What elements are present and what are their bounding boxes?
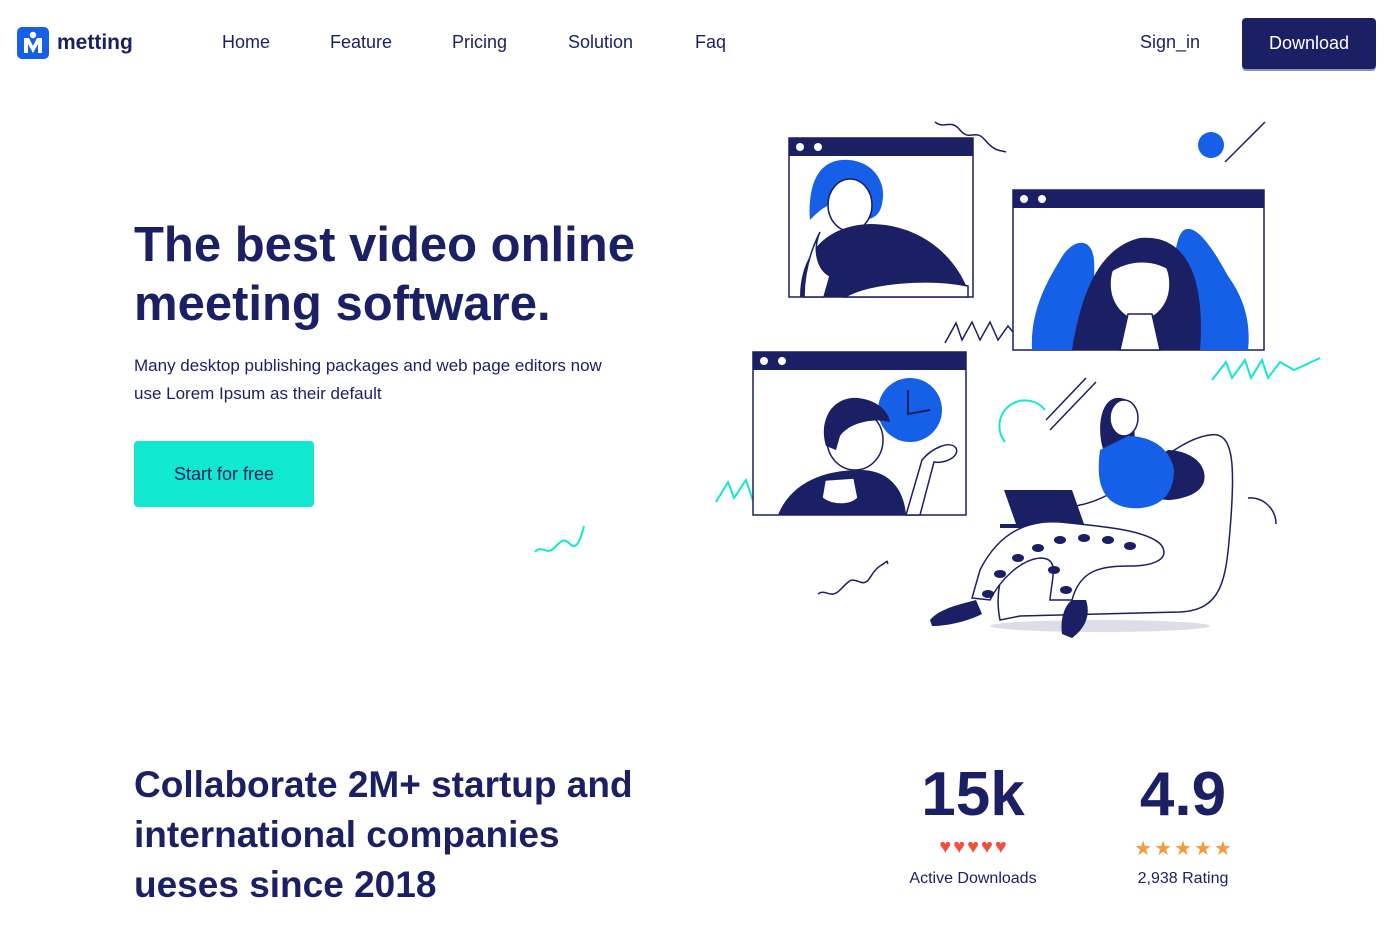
stars-row: ★ ★ ★ ★ ★ (1118, 836, 1248, 860)
heart-icon: ♥ (939, 836, 952, 858)
hero-subtitle: Many desktop publishing packages and web… (134, 356, 602, 403)
decorative-squiggle (534, 525, 585, 553)
top-navbar: metting Home Feature Pricing Solution Fa… (0, 0, 1396, 86)
hero-illustration (715, 121, 1321, 638)
brand-logo[interactable]: metting (17, 27, 133, 59)
nav-home[interactable]: Home (222, 32, 270, 53)
collaborate-heading: Collaborate 2M+ startup and internationa… (134, 764, 633, 905)
nav-pricing[interactable]: Pricing (452, 32, 507, 53)
star-icon: ★ (1174, 838, 1192, 860)
star-icon: ★ (1154, 838, 1173, 860)
stat-downloads: 15k ♥ ♥ ♥ ♥ ♥ Active Downloads (900, 760, 1046, 888)
hearts-row: ♥ ♥ ♥ ♥ ♥ (900, 836, 1046, 858)
download-button[interactable]: Download (1242, 18, 1376, 69)
star-icon: ★ (1193, 838, 1212, 860)
logo-icon (17, 27, 49, 59)
heart-icon: ♥ (953, 836, 966, 858)
nav-faq[interactable]: Faq (695, 32, 726, 53)
star-icon: ★ (1213, 838, 1232, 860)
nav-solution[interactable]: Solution (568, 32, 633, 53)
stat-value: 4.9 (1139, 760, 1227, 829)
brand-name: metting (57, 31, 133, 54)
nav-feature[interactable]: Feature (330, 32, 392, 53)
start-for-free-button[interactable]: Start for free (134, 441, 314, 507)
stat-rating: 4.9 ★ ★ ★ ★ ★ 2,938 Rating (1118, 760, 1248, 888)
stat-label: 2,938 Rating (1137, 870, 1229, 887)
heart-icon: ♥ (994, 836, 1007, 858)
stat-value: 15k (921, 760, 1025, 829)
stat-label: Active Downloads (909, 870, 1037, 887)
heart-icon: ♥ (967, 836, 979, 858)
heart-icon: ♥ (980, 836, 993, 858)
star-icon: ★ (1134, 838, 1153, 860)
sign-in-link[interactable]: Sign_in (1140, 32, 1200, 53)
hero-title: The best video online meeting software. (134, 218, 635, 331)
